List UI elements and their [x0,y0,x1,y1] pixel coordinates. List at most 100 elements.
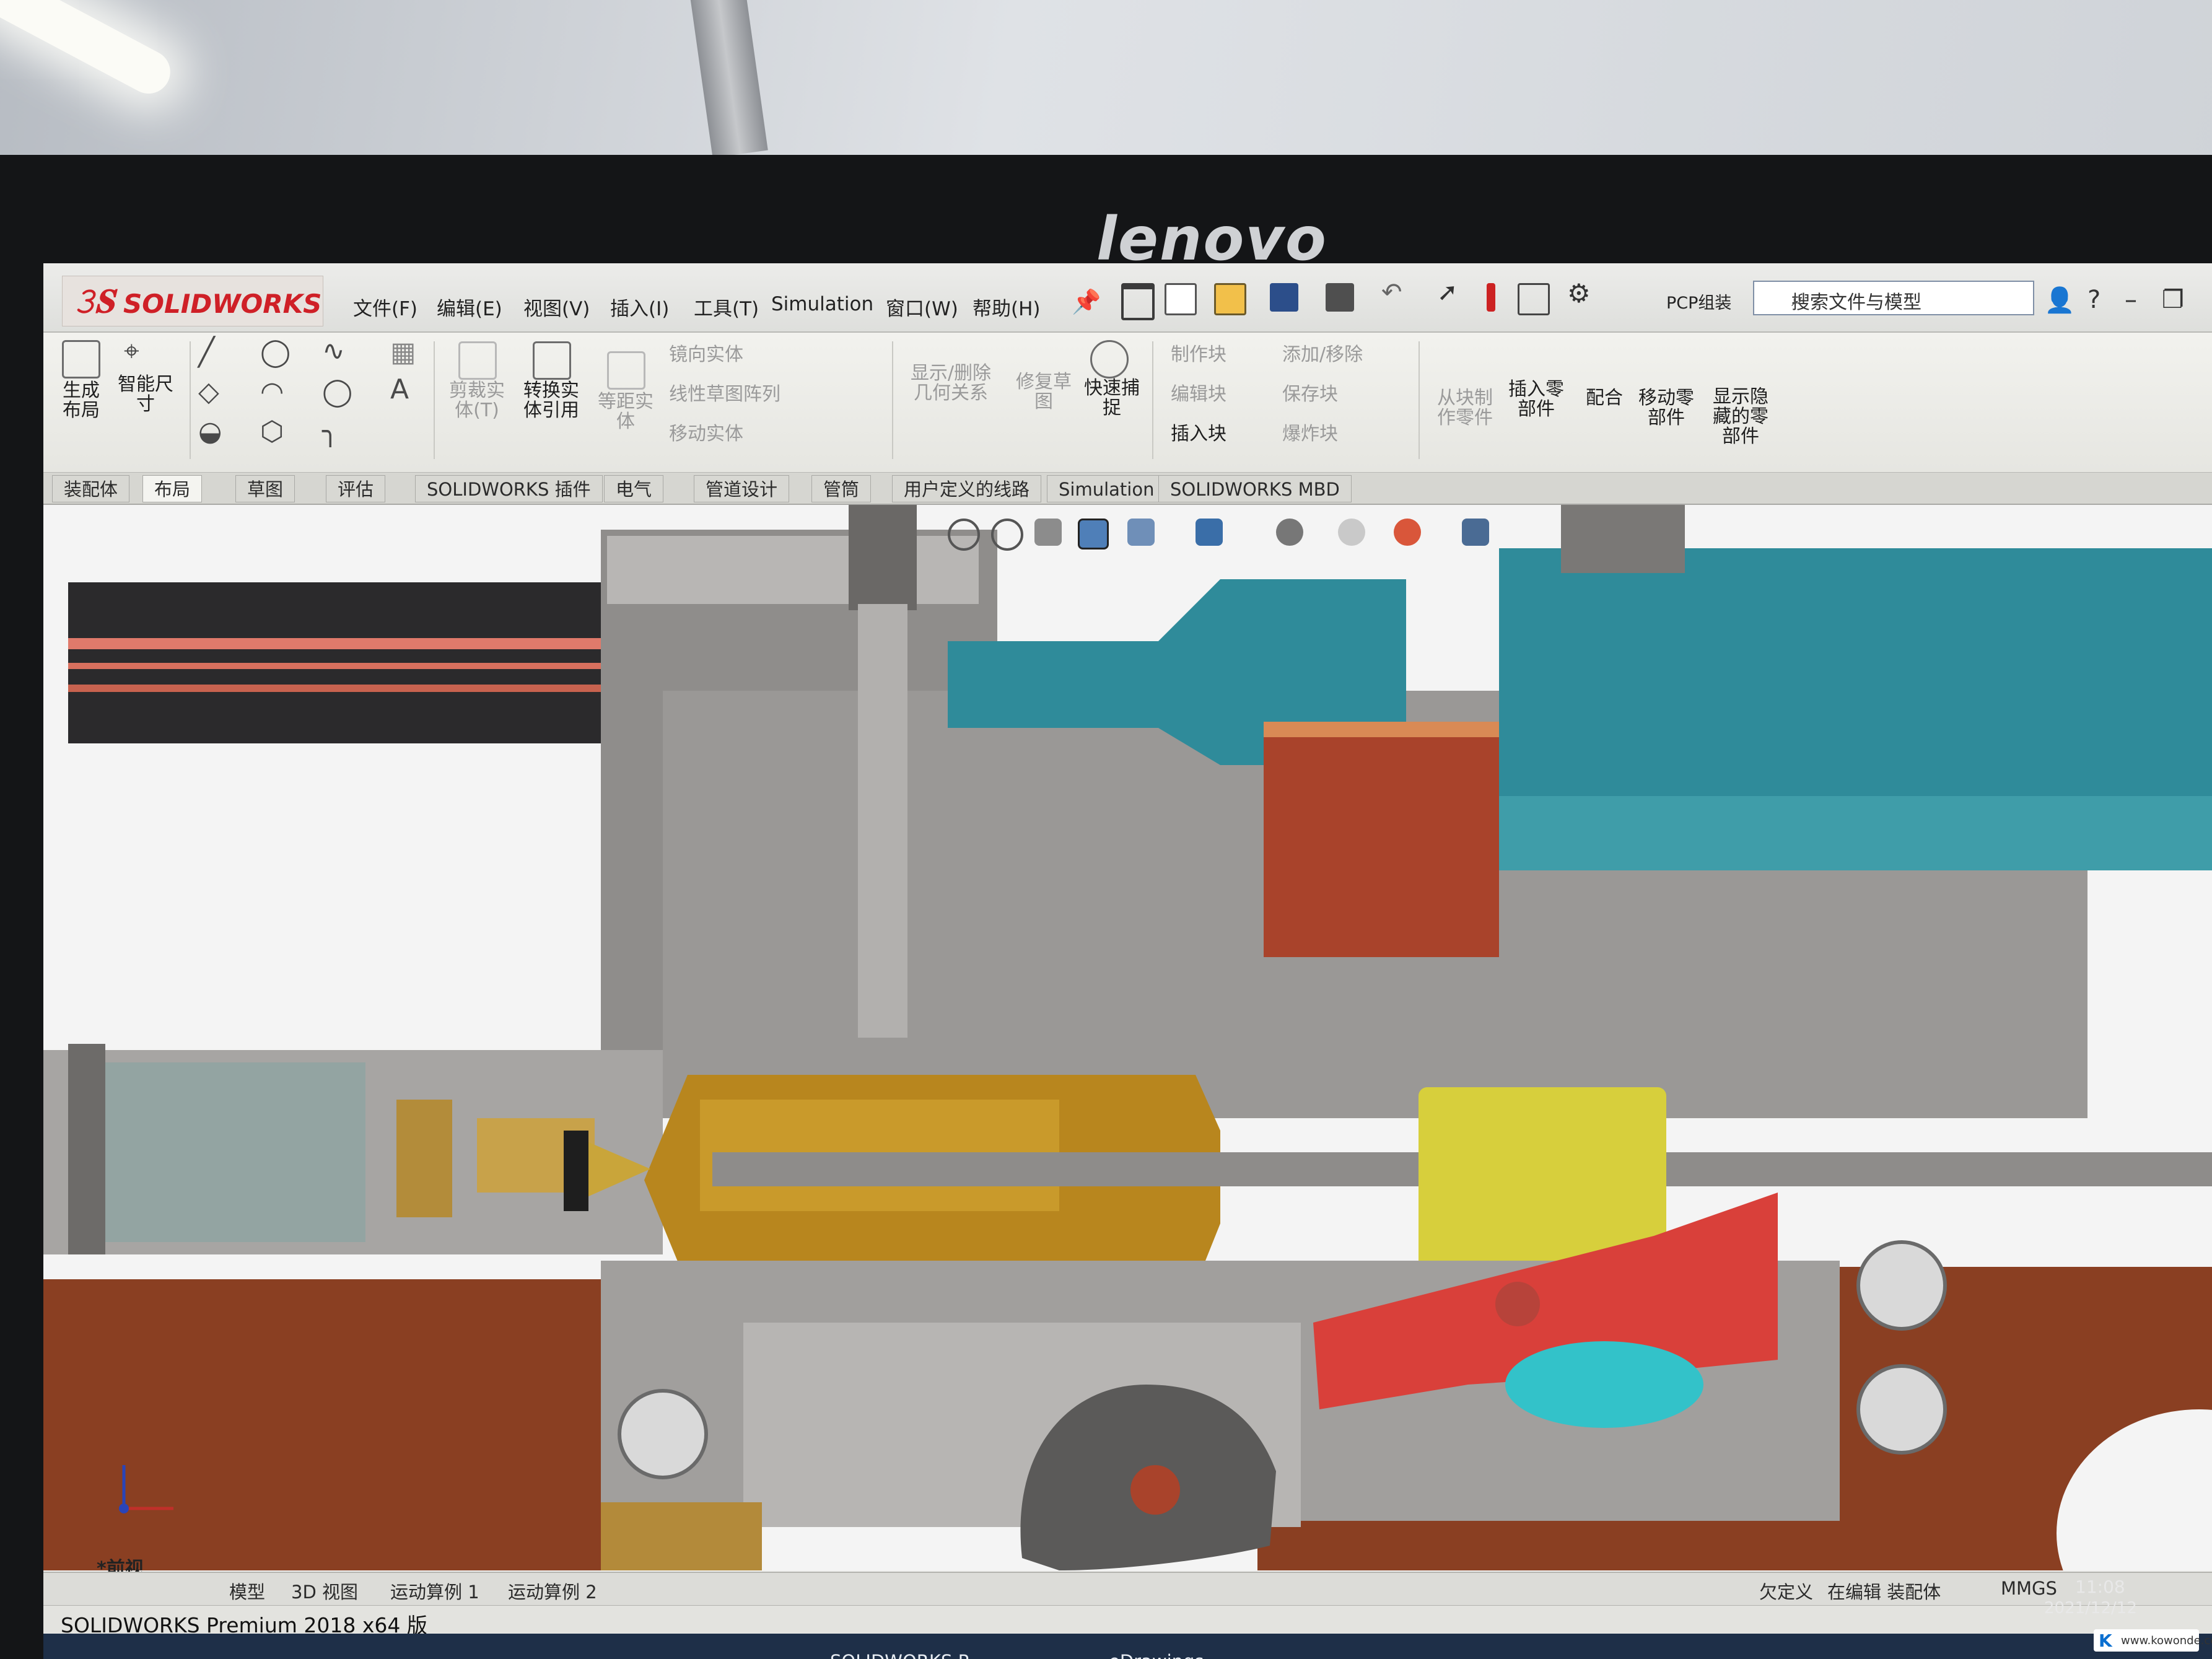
tab-evaluate[interactable]: 评估 [326,475,386,502]
smart-dimension-button[interactable]: 智能尺 寸 [111,375,180,414]
move-component-button[interactable]: 移动零 部件 [1629,388,1703,428]
tab-simulation[interactable]: Simulation [1047,475,1166,502]
ellipse-icon[interactable]: ◯ [322,376,352,408]
display-style-icon[interactable] [1196,519,1223,546]
view-orientation-icon[interactable] [1127,519,1155,546]
convert-entities-button[interactable]: 转换实 体引用 [514,381,588,421]
tab-tubing[interactable]: 管筒 [811,475,872,502]
status-units[interactable]: MMGS [2001,1578,2057,1599]
rebuild-icon[interactable] [1487,283,1495,312]
rectangle-icon[interactable]: ◇ [198,376,219,408]
circle-icon[interactable]: ◯ [260,336,291,368]
smart-dimension-icon[interactable]: ⌖ [124,335,139,367]
menu-simulation[interactable]: Simulation [771,293,873,315]
restore-button[interactable]: ❐ [2162,286,2184,314]
home-icon[interactable] [1121,283,1155,320]
convert-entities-icon[interactable] [533,341,571,380]
insert-block-button[interactable]: 插入块 [1171,424,1270,444]
linear-pattern-button[interactable]: 线性草图阵列 [669,385,830,405]
screw [1856,1364,1947,1455]
menu-tools[interactable]: 工具(T) [694,293,759,321]
trim-entities-button[interactable]: 剪裁实 体(T) [440,381,514,421]
menu-help[interactable]: 帮助(H) [973,293,1041,321]
menu-edit[interactable]: 编辑(E) [437,293,502,321]
tab-layout[interactable]: 布局 [142,475,203,502]
edit-block-button[interactable]: 编辑块 [1171,385,1270,405]
hide-show-icon[interactable] [1276,519,1303,546]
text-icon[interactable]: A [390,374,409,405]
mirror-entities-button[interactable]: 镜向实体 [669,345,805,365]
app-brand[interactable]: 𝟹𝐒 SOLIDWORKS [62,276,323,326]
undo-icon[interactable]: ↶ [1381,278,1410,307]
layout-icon[interactable] [62,340,100,379]
tab-piping[interactable]: 管道设计 [694,475,790,502]
user-icon[interactable]: 👤 [2044,286,2075,315]
arc-icon[interactable]: ◠ [260,376,284,408]
slot-icon[interactable]: ◒ [198,416,222,447]
fillet-icon[interactable]: ╮ [322,416,339,447]
quick-snaps-button[interactable]: 快速捕 捉 [1078,379,1146,418]
tab-3d-views[interactable]: 3D 视图 [291,1578,358,1604]
line-icon[interactable]: ╱ [198,336,215,368]
print-icon[interactable] [1326,283,1354,312]
menu-insert[interactable]: 插入(I) [610,293,669,321]
make-block-button[interactable]: 制作块 [1171,345,1270,365]
separator [1152,341,1153,459]
spline-icon[interactable]: ∿ [322,335,345,367]
make-layout-button[interactable]: 生成 布局 [53,381,109,421]
view-settings-icon[interactable] [1462,519,1489,546]
scene-icon[interactable] [1394,519,1421,546]
watermark-text: www.kowonde.com [2121,1634,2212,1647]
previous-view-icon[interactable] [1034,519,1062,546]
open-file-icon[interactable] [1214,283,1246,315]
section-view-icon[interactable] [1078,519,1109,549]
edit-appearance-icon[interactable] [1338,519,1365,546]
minimize-button[interactable]: – [2125,286,2137,314]
select-icon[interactable]: ➚ [1437,278,1466,307]
add-remove-button[interactable]: 添加/移除 [1282,345,1406,365]
offset-icon[interactable] [607,351,645,390]
zoom-to-fit-icon[interactable] [948,519,980,551]
nut [396,1100,452,1217]
tab-mbd[interactable]: SOLIDWORKS MBD [1158,475,1352,502]
tab-model[interactable]: 模型 [229,1578,265,1604]
new-file-icon[interactable] [1165,283,1197,315]
zoom-area-icon[interactable] [991,519,1023,551]
save-block-button[interactable]: 保存块 [1282,385,1381,405]
pcp-config[interactable]: PCP组装 [1666,289,1731,313]
show-relations-button[interactable]: 显示/删除 几何关系 [898,364,1003,403]
move-entities-button[interactable]: 移动实体 [669,424,805,444]
graphics-area[interactable] [43,505,2212,1570]
menu-file[interactable]: 文件(F) [353,293,417,321]
offset-entities-button[interactable]: 等距实 体 [588,392,663,432]
mate-button[interactable]: 配合 [1573,388,1635,408]
search-icon[interactable]: ⌕ [1791,287,2026,312]
quick-snaps-icon[interactable] [1090,340,1129,379]
menu-view[interactable]: 视图(V) [523,293,590,321]
show-hidden-components-button[interactable]: 显示隐 藏的零 部件 [1703,387,1778,447]
explode-block-button[interactable]: 爆炸块 [1282,424,1381,444]
help-icon[interactable]: ? [2087,286,2101,314]
menu-window[interactable]: 窗口(W) [886,293,958,321]
tab-electrical[interactable]: 电气 [604,475,664,502]
make-part-from-block-button[interactable]: 从块制 作零件 [1425,388,1505,428]
options-icon[interactable]: ⚙ [1567,278,1596,309]
tab-motion-study-1[interactable]: 运动算例 1 [390,1578,479,1604]
polygon-icon[interactable]: ⬡ [260,416,284,447]
search-box[interactable]: 搜索文件与模型 ⌕ [1753,281,2034,315]
tab-addins[interactable]: SOLIDWORKS 插件 [415,475,603,502]
pin-icon[interactable]: 📌 [1072,288,1101,316]
save-icon[interactable] [1270,283,1298,312]
taskbar-edrawings[interactable]: eDrawings [1109,1651,1204,1659]
trim-icon[interactable] [458,341,497,380]
tab-assembly[interactable]: 装配体 [52,475,130,502]
taskbar-solidworks[interactable]: SOLIDWORKS P... [830,1651,983,1659]
tab-sketch[interactable]: 草图 [235,475,295,502]
insert-components-button[interactable]: 插入零 部件 [1499,380,1573,419]
tab-user-routes[interactable]: 用户定义的线路 [892,475,1042,502]
tab-motion-study-2[interactable]: 运动算例 2 [508,1578,597,1604]
grid-icon[interactable]: ▦ [390,336,416,368]
safety-lever [1505,1341,1703,1428]
repair-sketch-button[interactable]: 修复草 图 [1010,372,1078,412]
file-properties-icon[interactable] [1518,283,1550,315]
